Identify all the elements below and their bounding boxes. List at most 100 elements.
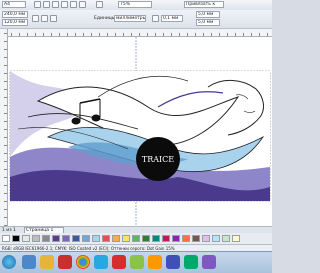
color-swatch[interactable] — [202, 235, 210, 242]
landscape-icon[interactable] — [41, 15, 48, 22]
color-swatch[interactable] — [92, 235, 100, 242]
ruler-tick — [147, 33, 148, 36]
ruler-tick — [139, 33, 140, 36]
snap-to-dropdown[interactable]: Привязать к — [184, 1, 224, 8]
yandex-icon[interactable] — [58, 255, 72, 269]
portrait-icon[interactable] — [32, 15, 39, 22]
height-field[interactable]: 120,0 мм — [2, 19, 28, 26]
ruler-tick — [4, 57, 7, 58]
redo-icon[interactable] — [79, 1, 86, 8]
color-swatch[interactable] — [22, 235, 30, 242]
explorer-icon[interactable] — [22, 255, 36, 269]
ruler-tick — [91, 33, 92, 36]
color-swatch[interactable] — [42, 235, 50, 242]
ruler-tick — [83, 33, 84, 36]
color-swatch[interactable] — [162, 235, 170, 242]
color-swatch[interactable] — [132, 235, 140, 242]
color-swatch[interactable] — [102, 235, 110, 242]
opera-icon[interactable] — [112, 255, 126, 269]
ruler-tick — [4, 113, 7, 114]
duplicate-y-field[interactable]: 5,0 мм — [196, 19, 220, 26]
corel-icon[interactable] — [130, 255, 144, 269]
ruler-tick — [4, 217, 7, 218]
ruler-tick — [251, 33, 252, 36]
ruler-tick — [4, 105, 7, 106]
horizontal-ruler[interactable] — [7, 29, 272, 37]
artwork: TRAICE — [9, 37, 271, 226]
all-pages-icon[interactable] — [50, 15, 57, 22]
vertical-ruler[interactable] — [0, 29, 8, 237]
zoom-select[interactable]: 75% — [118, 1, 152, 8]
ruler-tick — [195, 33, 196, 36]
nudge-icon — [152, 15, 159, 22]
color-swatch[interactable] — [222, 235, 230, 242]
chrome-icon[interactable] — [76, 255, 90, 269]
ruler-tick — [243, 33, 244, 36]
ruler-tick — [4, 145, 7, 146]
ruler-tick — [4, 137, 7, 138]
color-swatch[interactable] — [62, 235, 70, 242]
ruler-tick — [219, 33, 220, 36]
color-swatch[interactable] — [12, 235, 20, 242]
ruler-tick — [4, 41, 7, 42]
skype-icon[interactable] — [94, 255, 108, 269]
ruler-tick — [4, 209, 7, 210]
ruler-tick — [4, 49, 7, 50]
ruler-tick — [4, 201, 7, 202]
drawing-canvas[interactable]: TRAICE — [8, 37, 272, 236]
ruler-tick — [11, 33, 12, 36]
color-swatch[interactable] — [182, 235, 190, 242]
excel-icon[interactable] — [184, 255, 198, 269]
media-icon[interactable] — [148, 255, 162, 269]
ruler-tick — [171, 33, 172, 36]
new-icon[interactable] — [34, 1, 41, 8]
ruler-tick — [27, 33, 28, 36]
ruler-tick — [203, 33, 204, 36]
color-swatch[interactable] — [172, 235, 180, 242]
color-swatch[interactable] — [122, 235, 130, 242]
width-field[interactable]: 240,0 мм — [2, 11, 28, 18]
color-swatch[interactable] — [2, 235, 10, 242]
start-button[interactable] — [2, 255, 16, 269]
ruler-tick — [51, 33, 52, 36]
ruler-tick — [235, 33, 236, 36]
color-palette — [0, 233, 272, 244]
ruler-tick — [4, 161, 7, 162]
color-swatch[interactable] — [82, 235, 90, 242]
ruler-tick — [227, 33, 228, 36]
color-swatch[interactable] — [152, 235, 160, 242]
ruler-tick — [4, 73, 7, 74]
page-size-select[interactable]: A4 — [2, 1, 26, 8]
folder-icon[interactable] — [40, 255, 54, 269]
color-swatch[interactable] — [52, 235, 60, 242]
print-icon[interactable] — [61, 1, 68, 8]
open-icon[interactable] — [43, 1, 50, 8]
import-icon[interactable] — [96, 1, 103, 8]
ruler-tick — [75, 33, 76, 36]
ruler-tick — [35, 33, 36, 36]
save-icon[interactable] — [52, 1, 59, 8]
nudge-field[interactable]: 0,1 мм — [161, 15, 183, 22]
word-icon[interactable] — [166, 255, 180, 269]
color-swatch[interactable] — [142, 235, 150, 242]
duplicate-x-field[interactable]: 5,0 мм — [196, 11, 220, 18]
ruler-tick — [4, 33, 7, 34]
color-swatch[interactable] — [32, 235, 40, 242]
ruler-tick — [67, 33, 68, 36]
color-swatch[interactable] — [192, 235, 200, 242]
ruler-tick — [4, 177, 7, 178]
ruler-tick — [115, 33, 116, 36]
app-icon[interactable] — [202, 255, 216, 269]
undo-icon[interactable] — [70, 1, 77, 8]
units-select[interactable]: миллиметры — [114, 15, 146, 22]
color-swatch[interactable] — [232, 235, 240, 242]
color-swatch[interactable] — [112, 235, 120, 242]
color-swatch[interactable] — [72, 235, 80, 242]
status-bar: RGB: sRGB IEC61966-2.1; CMYK: ISO Coated… — [0, 244, 272, 251]
ruler-tick — [107, 33, 108, 36]
ruler-tick — [19, 33, 20, 36]
ruler-tick — [4, 89, 7, 90]
ruler-tick — [99, 33, 100, 36]
ruler-tick — [59, 33, 60, 36]
color-swatch[interactable] — [212, 235, 220, 242]
